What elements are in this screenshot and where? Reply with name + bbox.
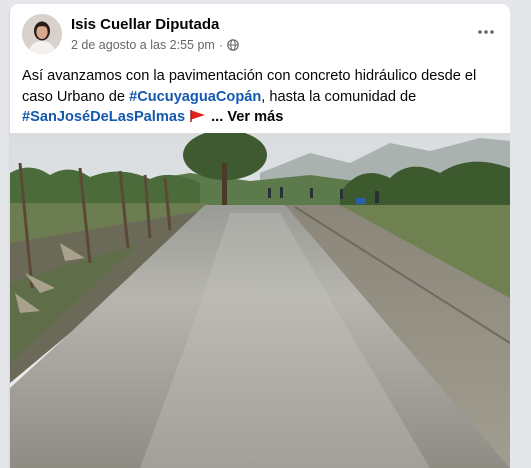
author-avatar[interactable]: [22, 14, 62, 54]
hashtag-cucuyagua[interactable]: #CucuyaguaCopán: [129, 89, 261, 105]
meta-separator: ·: [218, 38, 223, 52]
author-name[interactable]: Isis Cuellar Diputada: [71, 16, 219, 33]
page-right-margin: [510, 0, 531, 468]
post-meta: 2 de agosto a las 2:55 pm ·: [71, 38, 239, 52]
more-options-icon[interactable]: [470, 16, 502, 48]
globe-icon[interactable]: [227, 39, 239, 51]
hashtag-sanjose[interactable]: #SanJoséDeLasPalmas: [22, 109, 185, 125]
post-card: Isis Cuellar Diputada 2 de agosto a las …: [10, 4, 510, 468]
post-photo[interactable]: [10, 133, 510, 468]
post-text-part2: , hasta la comunidad de: [261, 88, 417, 105]
post-text: Así avanzamos con la pavimentación con c…: [22, 66, 502, 128]
red-flag-icon: [189, 108, 207, 122]
post-timestamp[interactable]: 2 de agosto a las 2:55 pm: [71, 38, 215, 52]
see-more-link[interactable]: ... Ver más: [211, 109, 283, 125]
post-header: Isis Cuellar Diputada 2 de agosto a las …: [10, 4, 510, 64]
